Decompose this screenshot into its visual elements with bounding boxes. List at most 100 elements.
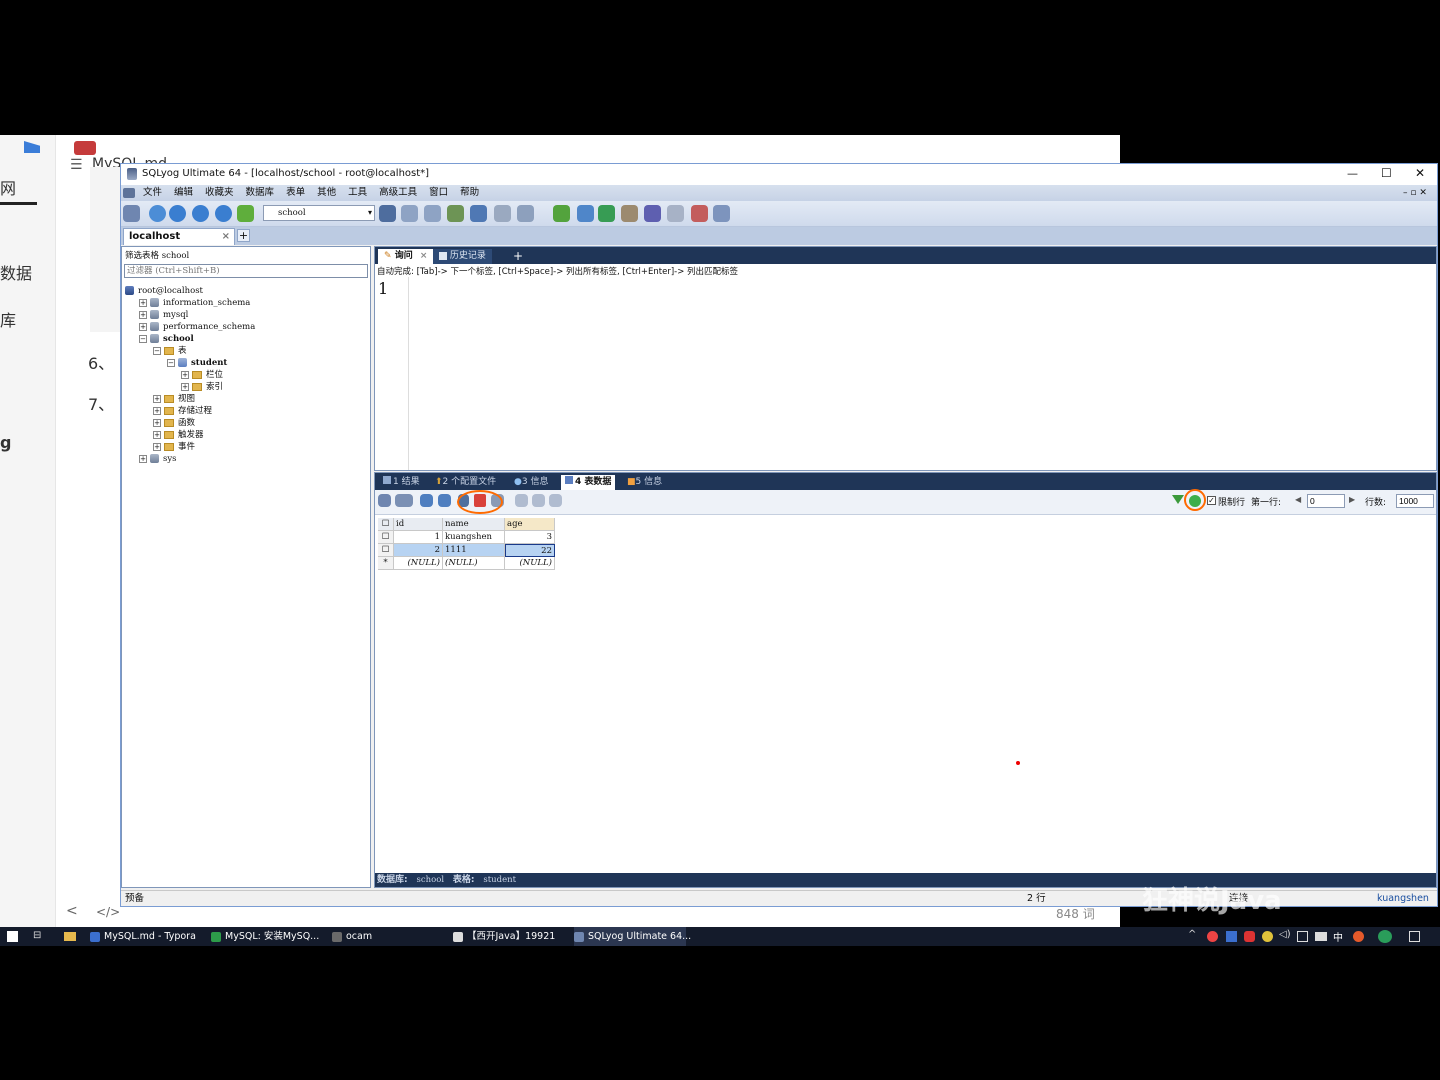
explorer-icon[interactable] [64, 932, 76, 941]
close-button[interactable]: ✕ [1415, 166, 1425, 180]
next-page-icon[interactable]: ▶ [1349, 495, 1355, 504]
taskbar-item[interactable]: ocam [332, 927, 448, 946]
tree-root[interactable]: root@localhost [125, 285, 203, 297]
tray-app-icon[interactable] [1353, 931, 1364, 942]
limit-checkbox[interactable]: ✓ [1207, 496, 1216, 505]
sql-editor[interactable] [411, 277, 1435, 470]
table-cell[interactable]: (NULL) [443, 557, 505, 570]
expand-icon[interactable]: + [153, 394, 161, 403]
add-query-tab-button[interactable]: + [507, 249, 529, 264]
expand-icon[interactable]: − [167, 358, 175, 367]
tree-item[interactable]: + sys [139, 453, 177, 465]
close-icon[interactable]: × [420, 251, 428, 261]
expand-icon[interactable]: + [139, 322, 147, 331]
tab-history[interactable]: 历史记录 [433, 249, 492, 264]
tray-app-icon[interactable] [1226, 931, 1237, 942]
menu-item[interactable]: 编辑 [174, 185, 193, 201]
new-query-icon[interactable] [149, 205, 166, 222]
expand-icon[interactable]: − [153, 346, 161, 355]
mdi-controls[interactable]: – ▫ ✕ [1403, 185, 1427, 201]
expand-icon[interactable]: + [153, 418, 161, 427]
tree-item[interactable]: + 触发器 [153, 429, 204, 441]
refresh-icon[interactable] [215, 205, 232, 222]
row-checkbox[interactable]: * [378, 557, 394, 570]
tab-result[interactable]: 1 结果 [379, 475, 424, 490]
tray-record-icon[interactable] [1207, 931, 1218, 942]
database-select[interactable]: school ▾ [263, 205, 375, 221]
sync-icon[interactable] [553, 205, 570, 222]
add-connection-button[interactable]: + [237, 229, 250, 242]
taskbar-item[interactable]: MySQL.md - Typora [90, 927, 206, 946]
notification-icon[interactable] [1409, 931, 1420, 942]
tab-info[interactable]: ●3 信息 [510, 475, 552, 490]
tree-item[interactable]: − school [139, 333, 194, 345]
menu-item[interactable]: 数据库 [246, 185, 275, 201]
tab-table-data[interactable]: 4 表数据 [561, 475, 616, 490]
menu-item[interactable]: 表单 [286, 185, 305, 201]
table-cell[interactable]: 1111 [443, 544, 505, 557]
task-view-icon[interactable]: ⊟ [33, 930, 41, 941]
grid-view-icon[interactable] [515, 494, 528, 507]
expand-icon[interactable]: + [153, 442, 161, 451]
volume-icon[interactable]: ◁) [1279, 929, 1291, 940]
tree-item[interactable]: − 表 [153, 345, 187, 357]
input-method[interactable]: 中 [1333, 929, 1343, 944]
job-icon[interactable] [621, 205, 638, 222]
text-view-icon[interactable] [549, 494, 562, 507]
maximize-button[interactable]: ☐ [1381, 166, 1392, 180]
table-cell[interactable]: (NULL) [394, 557, 443, 570]
user-icon[interactable] [379, 205, 396, 222]
filter-icon[interactable] [1172, 495, 1184, 504]
column-header[interactable]: name [443, 518, 505, 531]
tree-item[interactable]: + information_schema [139, 297, 250, 309]
compare-icon[interactable] [598, 205, 615, 222]
backup-icon[interactable] [401, 205, 418, 222]
menu-item[interactable]: 帮助 [460, 185, 479, 201]
table-icon[interactable] [494, 205, 511, 222]
tray-app-icon[interactable] [1262, 931, 1273, 942]
query-builder-icon[interactable] [517, 205, 534, 222]
row-checkbox[interactable]: ☐ [378, 531, 394, 544]
expand-icon[interactable]: + [139, 454, 147, 463]
prev-button[interactable]: < [66, 903, 78, 919]
tab-profiler[interactable]: ⬆2 个配置文件 [431, 475, 500, 490]
taskbar-item[interactable]: SQLyog Ultimate 64... [574, 927, 691, 946]
expand-icon[interactable]: + [181, 382, 189, 391]
taskbar-item[interactable]: 【西开Java】19921 [453, 927, 569, 946]
designer-icon[interactable] [713, 205, 730, 222]
form-view-icon[interactable] [532, 494, 545, 507]
table-cell[interactable]: 2 [394, 544, 443, 557]
menu-item[interactable]: 文件 [143, 185, 162, 201]
import-icon[interactable] [447, 205, 464, 222]
export-icon[interactable] [378, 494, 391, 507]
tree-item[interactable]: + 存储过程 [153, 405, 212, 417]
column-header[interactable]: id [394, 518, 443, 531]
notify-icon[interactable] [644, 205, 661, 222]
import-dropdown-icon[interactable] [395, 494, 413, 507]
tab-localhost[interactable]: localhost × [123, 228, 235, 245]
tree-item[interactable]: + mysql [139, 309, 188, 321]
menu-item[interactable]: 收藏夹 [205, 185, 234, 201]
menu-item[interactable]: 高级工具 [379, 185, 417, 201]
tray-app-icon[interactable] [1244, 931, 1255, 942]
tree-filter-input[interactable] [124, 264, 368, 278]
table-cell[interactable]: 1 [394, 531, 443, 544]
expand-icon[interactable]: + [153, 406, 161, 415]
restore-icon[interactable] [424, 205, 441, 222]
select-all-checkbox[interactable]: ☐ [378, 518, 394, 531]
connect-icon[interactable] [123, 205, 140, 222]
tab-info-2[interactable]: ■5 信息 [623, 475, 666, 490]
table-cell[interactable]: 3 [505, 531, 555, 544]
execute-icon[interactable] [169, 205, 186, 222]
insert-row-icon[interactable] [420, 494, 433, 507]
expand-icon[interactable]: + [139, 310, 147, 319]
network-icon[interactable] [1297, 931, 1308, 942]
tree-item[interactable]: + 事件 [153, 441, 195, 453]
menu-item[interactable]: 工具 [348, 185, 367, 201]
battery-icon[interactable] [1315, 932, 1327, 941]
row-count-input[interactable] [1396, 494, 1434, 508]
source-mode-button[interactable]: </> [96, 905, 120, 919]
execute-all-icon[interactable] [192, 205, 209, 222]
tree-item[interactable]: + 栏位 [181, 369, 223, 381]
menu-item[interactable]: 其他 [317, 185, 336, 201]
